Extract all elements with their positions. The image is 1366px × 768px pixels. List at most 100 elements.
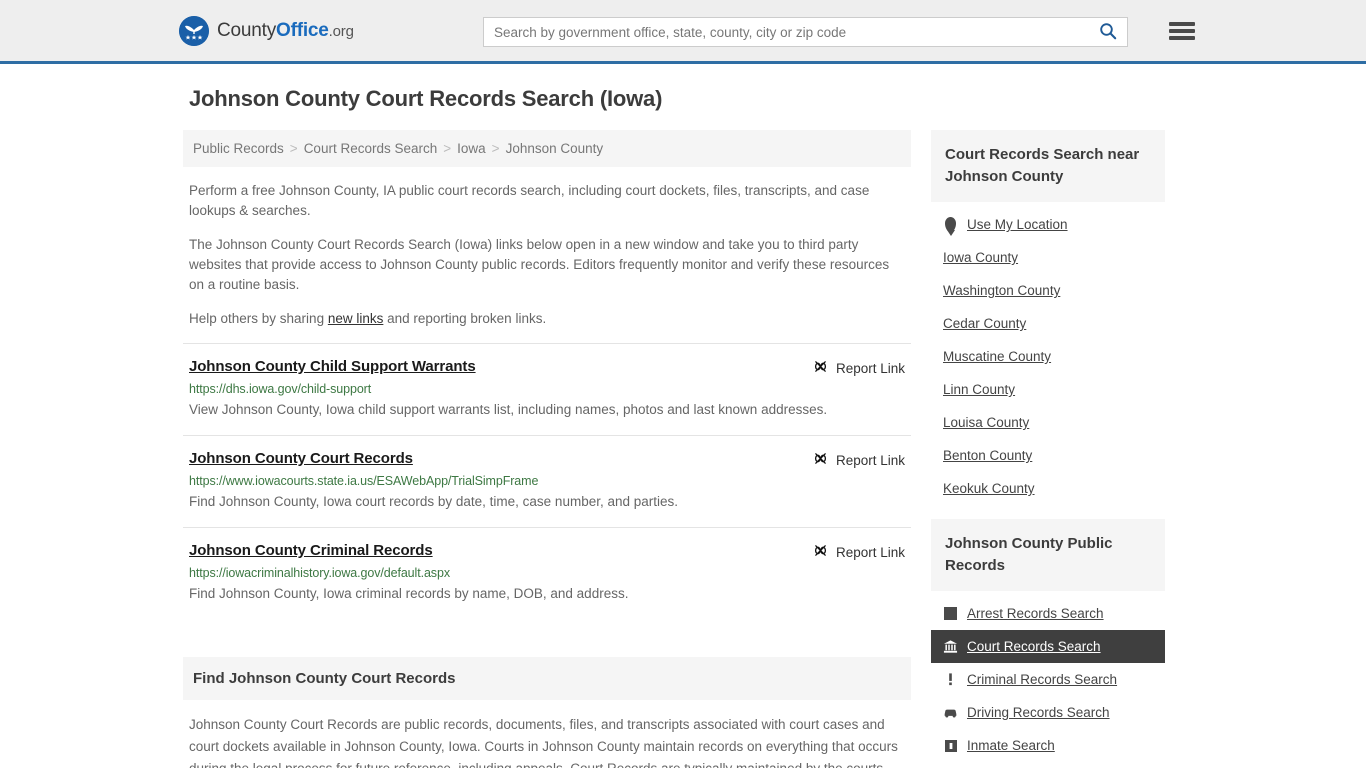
list-item: Linn County (931, 373, 1165, 406)
breadcrumb-separator: > (289, 141, 298, 156)
intro-paragraph-1: Perform a free Johnson County, IA public… (189, 183, 870, 218)
hamburger-menu-button[interactable] (1169, 20, 1195, 42)
sidebar-item-linn-county[interactable]: Linn County (931, 373, 1165, 406)
brand-part-org: .org (328, 22, 354, 40)
page-title: Johnson County Court Records Search (Iow… (189, 86, 663, 111)
result-item: Johnson County Court Records Report Link… (183, 435, 911, 527)
sidebar-item-label: Louisa County (943, 415, 1030, 430)
sidebar-item-muscatine-county[interactable]: Muscatine County (931, 340, 1165, 373)
intro-text: Perform a free Johnson County, IA public… (183, 181, 911, 329)
sidebar-item-louisa-county[interactable]: Louisa County (931, 406, 1165, 439)
public-records-card: Johnson County Public Records Arrest Rec… (931, 519, 1165, 762)
list-item: Iowa County (931, 241, 1165, 274)
sidebar-item-criminal-records-search[interactable]: Criminal Records Search (931, 663, 1165, 696)
breadcrumb-item-1[interactable]: Court Records Search (304, 141, 438, 156)
find-records-body: Johnson County Court Records are public … (183, 714, 911, 768)
main-column: Public Records > Court Records Search > Iowa… (183, 130, 911, 768)
breadcrumb-item-3[interactable]: Johnson County (506, 141, 604, 156)
list-item: Inmate Search (931, 729, 1165, 762)
report-link-button[interactable]: Report Link (813, 450, 905, 469)
nearby-search-heading: Court Records Search near Johnson County (931, 130, 1165, 202)
breadcrumb-item-2[interactable]: Iowa (457, 141, 486, 156)
list-item: Benton County (931, 439, 1165, 472)
jail-icon (943, 738, 958, 753)
breadcrumb-item-0[interactable]: Public Records (193, 141, 284, 156)
search-submit-button[interactable] (1089, 18, 1127, 46)
new-links-link[interactable]: new links (328, 311, 384, 326)
hamburger-bar-3 (1169, 36, 1195, 40)
result-description: View Johnson County, Iowa child support … (189, 402, 828, 417)
hamburger-bar-2 (1169, 29, 1195, 33)
sidebar-item-label: Inmate Search (967, 738, 1055, 753)
sidebar-item-label: Use My Location (967, 217, 1068, 232)
report-link-label: Report Link (835, 360, 905, 376)
brand-wordmark: CountyOffice.org (217, 20, 354, 42)
nearby-search-card: Court Records Search near Johnson County… (931, 130, 1165, 505)
sidebar-item-label: Cedar County (943, 316, 1027, 331)
result-title-link[interactable]: Johnson County Child Support Warrants (189, 358, 476, 375)
broken-link-icon (813, 543, 828, 561)
sidebar-item-label: Iowa County (943, 250, 1019, 265)
list-item: Driving Records Search (931, 696, 1165, 729)
sidebar-item-keokuk-county[interactable]: Keokuk County (931, 472, 1165, 505)
sidebar-item-use-my-location[interactable]: Use My Location (931, 208, 1165, 241)
content-columns: Public Records > Court Records Search > Iowa… (183, 130, 1183, 768)
nearby-search-list: Use My Location Iowa County Washington C… (931, 202, 1165, 505)
result-title-link[interactable]: Johnson County Court Records (189, 450, 413, 467)
sidebar-item-label: Criminal Records Search (967, 672, 1118, 687)
sidebar-item-benton-county[interactable]: Benton County (931, 439, 1165, 472)
result-header: Johnson County Criminal Records Report L… (189, 542, 905, 561)
report-link-button[interactable]: Report Link (813, 358, 905, 377)
find-records-paragraph: Johnson County Court Records are public … (189, 717, 898, 768)
search-input[interactable] (484, 18, 1089, 46)
breadcrumb-separator: > (491, 141, 500, 156)
list-item: Muscatine County (931, 340, 1165, 373)
brand-part-county: County (217, 19, 277, 41)
list-item: Louisa County (931, 406, 1165, 439)
sidebar-item-washington-county[interactable]: Washington County (931, 274, 1165, 307)
sidebar-item-label: Arrest Records Search (967, 606, 1104, 621)
result-url[interactable]: https://iowacriminalhistory.iowa.gov/def… (189, 566, 905, 580)
sidebar-item-court-records-search[interactable]: Court Records Search (931, 630, 1165, 663)
sidebar-item-label: Linn County (943, 382, 1016, 397)
sidebar: Court Records Search near Johnson County… (931, 130, 1165, 768)
search-icon (1099, 22, 1117, 43)
sidebar-item-cedar-county[interactable]: Cedar County (931, 307, 1165, 340)
broken-link-icon (813, 359, 828, 377)
intro-paragraph-3: Help others by sharing new links and rep… (183, 309, 911, 329)
result-header: Johnson County Child Support Warrants Re… (189, 358, 905, 377)
sidebar-item-label: Keokuk County (943, 481, 1035, 496)
result-url[interactable]: https://dhs.iowa.gov/child-support (189, 382, 905, 396)
broken-link-icon (813, 451, 828, 469)
sidebar-item-iowa-county[interactable]: Iowa County (931, 241, 1165, 274)
countyoffice-logo-icon (179, 15, 209, 46)
public-records-list: Arrest Records Search Court Records Sear… (931, 591, 1165, 762)
sidebar-item-label: Benton County (943, 448, 1033, 463)
list-item: Washington County (931, 274, 1165, 307)
brand-part-office: Office (276, 19, 329, 41)
sidebar-item-inmate-search[interactable]: Inmate Search (931, 729, 1165, 762)
page-container: Johnson County Court Records Search (Iow… (183, 64, 1183, 768)
site-logo-link[interactable]: CountyOffice.org (179, 15, 354, 46)
report-link-button[interactable]: Report Link (813, 542, 905, 561)
list-item: Criminal Records Search (931, 663, 1165, 696)
breadcrumb: Public Records > Court Records Search > Iowa… (183, 130, 911, 167)
fingerprint-card-icon (943, 606, 958, 621)
intro-p3-before: Help others by sharing (189, 311, 328, 326)
result-title-link[interactable]: Johnson County Criminal Records (189, 542, 433, 559)
report-link-label: Report Link (835, 452, 905, 468)
list-item: Court Records Search (931, 630, 1165, 663)
sidebar-item-label: Washington County (943, 283, 1061, 298)
sidebar-item-driving-records-search[interactable]: Driving Records Search (931, 696, 1165, 729)
sidebar-item-arrest-records-search[interactable]: Arrest Records Search (931, 597, 1165, 630)
result-description: Find Johnson County, Iowa court records … (189, 494, 679, 509)
intro-p3-after: and reporting broken links. (383, 311, 547, 326)
list-item: Cedar County (931, 307, 1165, 340)
public-records-heading: Johnson County Public Records (931, 519, 1165, 591)
courthouse-icon (943, 639, 958, 654)
sidebar-item-label: Court Records Search (967, 639, 1101, 654)
intro-paragraph-2: The Johnson County Court Records Search … (189, 237, 890, 292)
breadcrumb-separator: > (443, 141, 452, 156)
search-bar[interactable] (483, 17, 1128, 47)
result-url[interactable]: https://www.iowacourts.state.ia.us/ESAWe… (189, 474, 905, 488)
